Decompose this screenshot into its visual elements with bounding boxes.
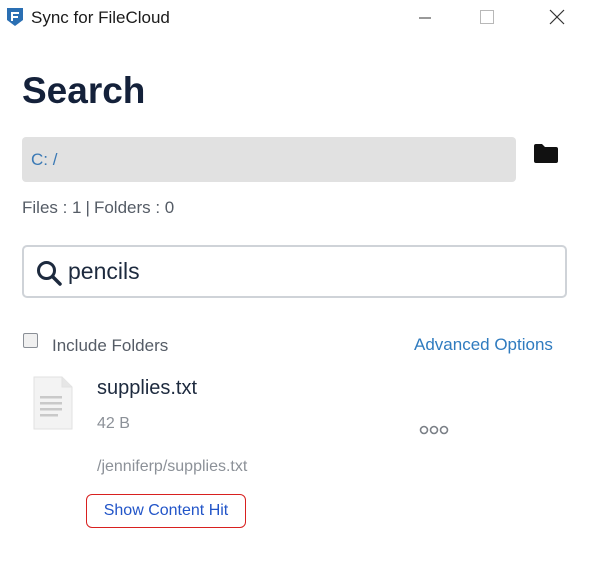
minimize-button[interactable]	[402, 0, 448, 34]
close-icon	[549, 9, 565, 25]
folders-count: Folders : 0	[93, 198, 175, 217]
text-file-icon	[33, 376, 73, 430]
folder-icon	[534, 144, 558, 163]
close-button[interactable]	[534, 0, 580, 34]
result-file-path: /jenniferp/supplies.txt	[97, 458, 248, 475]
minimize-icon	[419, 17, 431, 19]
browse-folder-button[interactable]	[533, 143, 559, 165]
title-bar: Sync for FileCloud	[0, 0, 592, 36]
more-options-button[interactable]	[418, 422, 450, 438]
include-folders-label[interactable]: Include Folders	[52, 336, 168, 356]
count-separator: |	[85, 198, 90, 217]
more-options-icon	[419, 425, 449, 435]
show-content-hit-button[interactable]: Show Content Hit	[86, 494, 246, 528]
maximize-icon	[480, 10, 494, 24]
search-input[interactable]: pencils	[22, 245, 567, 298]
result-file-size: 42 B	[97, 415, 130, 432]
filecloud-logo-icon	[7, 8, 23, 26]
current-path[interactable]: C: /	[31, 150, 57, 170]
show-content-hit-label[interactable]: Show Content Hit	[104, 502, 229, 520]
maximize-button[interactable]	[464, 0, 510, 34]
window-title: Sync for FileCloud	[31, 8, 170, 27]
result-counts: Files : 1 | Folders : 0	[22, 198, 174, 218]
search-icon	[37, 261, 62, 286]
include-folders-checkbox[interactable]	[23, 333, 38, 348]
advanced-options-link[interactable]: Advanced Options	[414, 335, 553, 355]
search-query[interactable]: pencils	[68, 258, 140, 285]
files-count: Files : 1	[22, 198, 82, 217]
path-bar[interactable]: C: /	[22, 137, 516, 182]
result-file-name[interactable]: supplies.txt	[97, 377, 197, 400]
page-title: Search	[22, 70, 146, 111]
